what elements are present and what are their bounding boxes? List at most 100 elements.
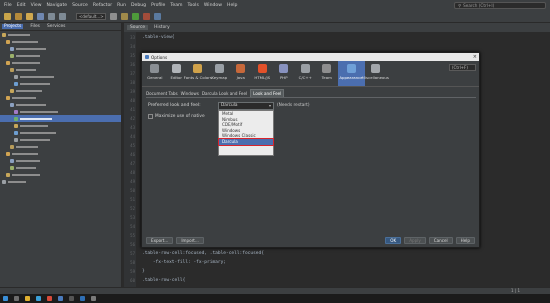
- menu-profile[interactable]: Profile: [151, 3, 165, 8]
- laf-option-darcula[interactable]: Darcula: [218, 138, 274, 146]
- menu-window[interactable]: Window: [204, 3, 222, 8]
- help-button[interactable]: Help: [455, 236, 475, 244]
- maximize-checkbox[interactable]: [148, 114, 153, 119]
- panel-tab-projects[interactable]: Projects: [2, 24, 24, 29]
- close-icon[interactable]: ×: [473, 54, 477, 60]
- category-editor[interactable]: Editor: [166, 61, 188, 86]
- maximize-native-option[interactable]: Maximize use of native: [148, 114, 205, 119]
- tree-node[interactable]: [0, 115, 121, 122]
- tree-node[interactable]: [0, 38, 121, 45]
- category-c-c-[interactable]: C/C++: [295, 61, 317, 86]
- apply-button[interactable]: Apply: [404, 236, 426, 244]
- menu-refactor[interactable]: Refactor: [93, 3, 112, 8]
- tree-node[interactable]: [0, 80, 121, 87]
- explorer-icon[interactable]: [25, 296, 30, 301]
- new-project-icon[interactable]: [15, 12, 22, 20]
- tree-node[interactable]: [0, 52, 121, 59]
- tree-node-label: [12, 173, 40, 176]
- ide-search-field[interactable]: ⚲ Search (Ctrl+I): [454, 1, 546, 9]
- open-project-icon[interactable]: [26, 12, 33, 20]
- menu-tools[interactable]: Tools: [188, 3, 199, 8]
- line-number: 59: [130, 269, 135, 274]
- category-label: Team: [321, 75, 332, 80]
- tree-node[interactable]: [0, 129, 121, 136]
- tree-node[interactable]: [0, 108, 121, 115]
- tree-node[interactable]: [0, 73, 121, 80]
- panel-tab-files[interactable]: Files: [30, 24, 40, 29]
- menu-file[interactable]: File: [4, 3, 12, 8]
- tree-node[interactable]: [0, 178, 121, 185]
- clean-build-icon[interactable]: [121, 12, 128, 20]
- netbeans-icon: [145, 55, 149, 59]
- category-java[interactable]: Java: [230, 61, 252, 86]
- category-appearance[interactable]: Appearance: [337, 61, 365, 86]
- menu-navigate[interactable]: Navigate: [47, 3, 68, 8]
- tree-node[interactable]: [0, 157, 121, 164]
- tree-node[interactable]: [0, 122, 121, 129]
- category-html-js[interactable]: HTML/JS: [252, 61, 274, 86]
- chrome-icon[interactable]: [47, 296, 52, 301]
- tree-node-label: [12, 61, 40, 64]
- tree-node[interactable]: [0, 31, 121, 38]
- tree-node[interactable]: [0, 143, 121, 150]
- save-all-icon[interactable]: [37, 12, 44, 20]
- ok-button[interactable]: OK: [385, 236, 402, 244]
- mail-icon[interactable]: [80, 296, 85, 301]
- line-number: 57: [130, 251, 135, 256]
- menu-team[interactable]: Team: [170, 3, 182, 8]
- category-team[interactable]: Team: [316, 61, 338, 86]
- tree-node[interactable]: [0, 45, 121, 52]
- category-php[interactable]: PHP: [273, 61, 295, 86]
- build-icon[interactable]: [110, 12, 117, 20]
- export-button[interactable]: Export...: [146, 236, 174, 244]
- tree-node[interactable]: [0, 87, 121, 94]
- run-icon[interactable]: [132, 12, 139, 20]
- tree-node-label: [8, 180, 26, 183]
- tree-node[interactable]: [0, 164, 121, 171]
- store-icon[interactable]: [91, 296, 96, 301]
- redo-icon[interactable]: [59, 12, 66, 20]
- editor-tab-history[interactable]: History: [154, 25, 170, 30]
- terminal-icon[interactable]: [69, 296, 74, 301]
- editor-tab-source[interactable]: Source: [127, 25, 149, 30]
- taskview-icon[interactable]: [14, 296, 19, 301]
- category-general[interactable]: General: [144, 61, 166, 86]
- menu-edit[interactable]: Edit: [17, 3, 26, 8]
- start-icon[interactable]: [3, 296, 8, 301]
- tree-node[interactable]: [0, 101, 121, 108]
- tree-node-icon: [14, 123, 18, 128]
- category-miscellaneous[interactable]: Miscellaneous: [362, 61, 389, 86]
- tree-node[interactable]: [0, 150, 121, 157]
- netbeans-taskbar-icon[interactable]: [58, 296, 63, 301]
- laf-select[interactable]: Darcula ▾: [218, 102, 274, 110]
- undo-icon[interactable]: [48, 12, 55, 20]
- menu-help[interactable]: Help: [227, 3, 237, 8]
- filter-field[interactable]: (Ctrl+F): [449, 64, 476, 71]
- category-keymap[interactable]: Keymap: [209, 61, 231, 86]
- menu-source[interactable]: Source: [72, 3, 88, 8]
- browser-icon[interactable]: [36, 296, 41, 301]
- tree-node-label: [20, 131, 56, 134]
- tree-node[interactable]: [0, 171, 121, 178]
- import-button[interactable]: Import...: [176, 236, 204, 244]
- laf-select-value: Darcula: [221, 103, 238, 108]
- panel-tab-services[interactable]: Services: [47, 24, 66, 29]
- new-file-icon[interactable]: [4, 12, 11, 20]
- menu-run[interactable]: Run: [117, 3, 126, 8]
- subtab-windows[interactable]: Windows: [181, 91, 199, 96]
- cancel-button[interactable]: Cancel: [428, 236, 453, 244]
- line-number: 45: [130, 143, 135, 148]
- config-combo[interactable]: <default...>: [76, 12, 106, 20]
- profile-icon[interactable]: [154, 12, 161, 20]
- subtab-darcula-look-and-feel[interactable]: Darcula Look and Feel: [202, 91, 247, 96]
- menu-debug[interactable]: Debug: [131, 3, 146, 8]
- tree-node[interactable]: [0, 59, 121, 66]
- subtab-document-tabs[interactable]: Document Tabs: [146, 91, 178, 96]
- subtab-look-and-feel[interactable]: Look and Feel: [250, 89, 285, 97]
- category-fonts-colors[interactable]: Fonts & Colors: [184, 61, 212, 86]
- debug-icon[interactable]: [143, 12, 150, 20]
- menu-view[interactable]: View: [31, 3, 42, 8]
- tree-node[interactable]: [0, 136, 121, 143]
- tree-node[interactable]: [0, 66, 121, 73]
- tree-node[interactable]: [0, 94, 121, 101]
